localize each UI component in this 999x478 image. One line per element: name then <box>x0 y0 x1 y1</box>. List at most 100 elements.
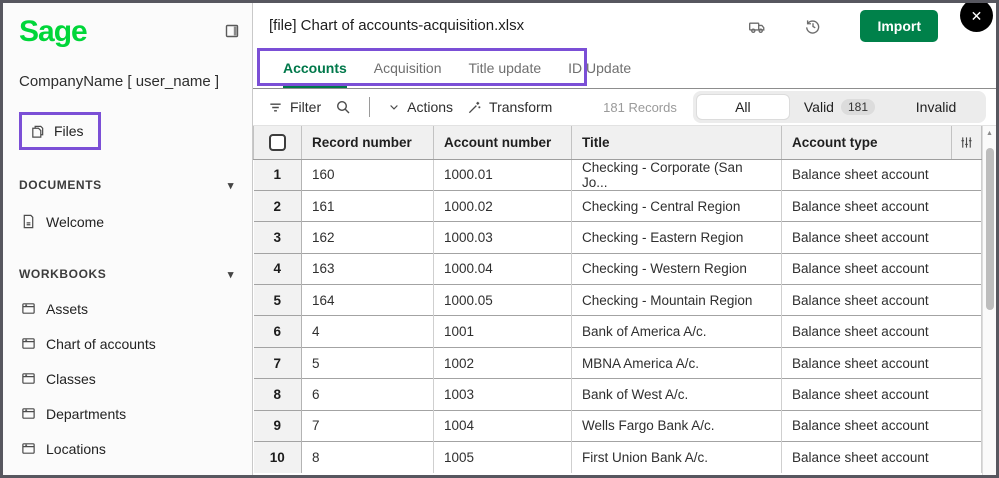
cell-account-number[interactable]: 1000.02 <box>433 189 572 222</box>
segment-valid[interactable]: Valid 181 <box>790 94 889 120</box>
cell-account-number[interactable]: 1000.05 <box>433 284 572 316</box>
table-row[interactable]: 7 5 1002 MBNA America A/c. Balance sheet… <box>253 346 982 379</box>
filter-button[interactable]: Filter <box>268 99 321 115</box>
row-number[interactable]: 6 <box>253 315 302 348</box>
documents-label: DOCUMENTS <box>19 178 102 192</box>
scroll-up-arrow[interactable]: ▲ <box>983 126 996 137</box>
col-header-record-number[interactable]: Record number <box>301 126 434 160</box>
row-number[interactable]: 1 <box>253 158 302 191</box>
history-icon[interactable] <box>804 17 822 35</box>
cell-account-type[interactable]: Balance sheet account <box>781 252 982 285</box>
truck-icon[interactable] <box>748 17 766 35</box>
actions-menu-button[interactable]: Actions <box>388 99 453 115</box>
workbooks-section-header[interactable]: WORKBOOKS ▾ <box>19 267 240 281</box>
cell-account-number[interactable]: 1005 <box>433 441 572 473</box>
cell-account-type[interactable]: Balance sheet account <box>781 189 982 222</box>
documents-section-header[interactable]: DOCUMENTS ▾ <box>19 178 240 192</box>
import-button[interactable]: Import <box>860 9 938 42</box>
sidebar-item-locations[interactable]: Locations <box>19 431 240 466</box>
cell-title[interactable]: Checking - Central Region <box>571 189 782 222</box>
table-row[interactable]: 10 8 1005 First Union Bank A/c. Balance … <box>253 441 982 473</box>
cell-account-number[interactable]: 1000.01 <box>433 158 572 191</box>
col-header-title[interactable]: Title <box>571 126 782 160</box>
close-button[interactable]: ✕ <box>960 3 993 32</box>
cell-record-number[interactable]: 162 <box>301 221 434 254</box>
cell-title[interactable]: Checking - Corporate (San Jo... <box>571 158 782 191</box>
files-label: Files <box>54 123 84 139</box>
table-row[interactable]: 6 4 1001 Bank of America A/c. Balance sh… <box>253 315 982 348</box>
col-header-account-type[interactable]: Account type <box>781 126 952 160</box>
table-row[interactable]: 4 163 1000.04 Checking - Western Region … <box>253 252 982 285</box>
cell-account-number[interactable]: 1000.04 <box>433 252 572 285</box>
row-number[interactable]: 2 <box>253 189 302 222</box>
column-settings-button[interactable] <box>951 126 982 160</box>
cell-title[interactable]: Checking - Eastern Region <box>571 221 782 254</box>
table-row[interactable]: 2 161 1000.02 Checking - Central Region … <box>253 189 982 222</box>
tab-id-update[interactable]: ID Update <box>568 48 631 88</box>
row-number[interactable]: 7 <box>253 346 302 379</box>
cell-record-number[interactable]: 164 <box>301 284 434 316</box>
cell-record-number[interactable]: 163 <box>301 252 434 285</box>
sidebar-item-statistical-accounts[interactable]: Statistical accounts <box>19 466 240 475</box>
cell-record-number[interactable]: 6 <box>301 378 434 411</box>
sidebar-item-assets[interactable]: Assets <box>19 291 240 326</box>
tab-acquisition[interactable]: Acquisition <box>374 48 442 88</box>
cell-record-number[interactable]: 160 <box>301 158 434 191</box>
cell-title[interactable]: First Union Bank A/c. <box>571 441 782 473</box>
cell-title[interactable]: MBNA America A/c. <box>571 346 782 379</box>
scrollbar-thumb[interactable] <box>986 148 994 310</box>
table-row[interactable]: 8 6 1003 Bank of West A/c. Balance sheet… <box>253 378 982 411</box>
cell-account-number[interactable]: 1001 <box>433 315 572 348</box>
cell-account-type[interactable]: Balance sheet account <box>781 315 982 348</box>
cell-account-type[interactable]: Balance sheet account <box>781 158 982 191</box>
cell-account-number[interactable]: 1000.03 <box>433 221 572 254</box>
tab-title-update[interactable]: Title update <box>469 48 542 88</box>
table-row[interactable]: 5 164 1000.05 Checking - Mountain Region… <box>253 284 982 316</box>
cell-account-type[interactable]: Balance sheet account <box>781 284 982 316</box>
cell-record-number[interactable]: 5 <box>301 346 434 379</box>
transform-button[interactable]: Transform <box>467 99 552 115</box>
sidebar-item-departments[interactable]: Departments <box>19 396 240 431</box>
cell-title[interactable]: Bank of America A/c. <box>571 315 782 348</box>
vertical-scrollbar[interactable]: ▲ <box>982 126 996 475</box>
cell-account-number[interactable]: 1003 <box>433 378 572 411</box>
cell-account-type[interactable]: Balance sheet account <box>781 221 982 254</box>
table-row[interactable]: 9 7 1004 Wells Fargo Bank A/c. Balance s… <box>253 409 982 442</box>
cell-title[interactable]: Checking - Mountain Region <box>571 284 782 316</box>
table-row[interactable]: 3 162 1000.03 Checking - Eastern Region … <box>253 221 982 254</box>
cell-record-number[interactable]: 8 <box>301 441 434 473</box>
cell-record-number[interactable]: 7 <box>301 409 434 442</box>
cell-account-type[interactable]: Balance sheet account <box>781 346 982 379</box>
col-header-account-number[interactable]: Account number <box>433 126 572 160</box>
workbook-icon <box>21 336 36 351</box>
sidebar-item-classes[interactable]: Classes <box>19 361 240 396</box>
cell-account-type[interactable]: Balance sheet account <box>781 409 982 442</box>
row-number[interactable]: 4 <box>253 252 302 285</box>
row-number[interactable]: 8 <box>253 378 302 411</box>
cell-title[interactable]: Wells Fargo Bank A/c. <box>571 409 782 442</box>
cell-account-number[interactable]: 1002 <box>433 346 572 379</box>
select-all-checkbox[interactable] <box>269 133 286 151</box>
sidebar-item-welcome[interactable]: Welcome <box>19 204 240 239</box>
cell-record-number[interactable]: 161 <box>301 189 434 222</box>
table-row[interactable]: 1 160 1000.01 Checking - Corporate (San … <box>253 158 982 191</box>
segment-invalid[interactable]: Invalid <box>889 94 983 120</box>
row-number[interactable]: 9 <box>253 409 302 442</box>
search-icon[interactable] <box>335 99 351 115</box>
segment-all[interactable]: All <box>695 94 790 120</box>
workbook-icon <box>21 301 36 316</box>
cell-record-number[interactable]: 4 <box>301 315 434 348</box>
collapse-sidebar-icon[interactable] <box>224 23 240 39</box>
cell-title[interactable]: Bank of West A/c. <box>571 378 782 411</box>
row-number[interactable]: 5 <box>253 284 302 316</box>
cell-account-number[interactable]: 1004 <box>433 409 572 442</box>
cell-account-type[interactable]: Balance sheet account <box>781 441 982 473</box>
tab-accounts[interactable]: Accounts <box>283 48 347 88</box>
locations-label: Locations <box>46 440 106 457</box>
sidebar-item-chart-of-accounts[interactable]: Chart of accounts <box>19 326 240 361</box>
sidebar-item-files[interactable]: Files <box>24 117 96 145</box>
row-number[interactable]: 10 <box>253 441 302 473</box>
cell-account-type[interactable]: Balance sheet account <box>781 378 982 411</box>
cell-title[interactable]: Checking - Western Region <box>571 252 782 285</box>
row-number[interactable]: 3 <box>253 221 302 254</box>
